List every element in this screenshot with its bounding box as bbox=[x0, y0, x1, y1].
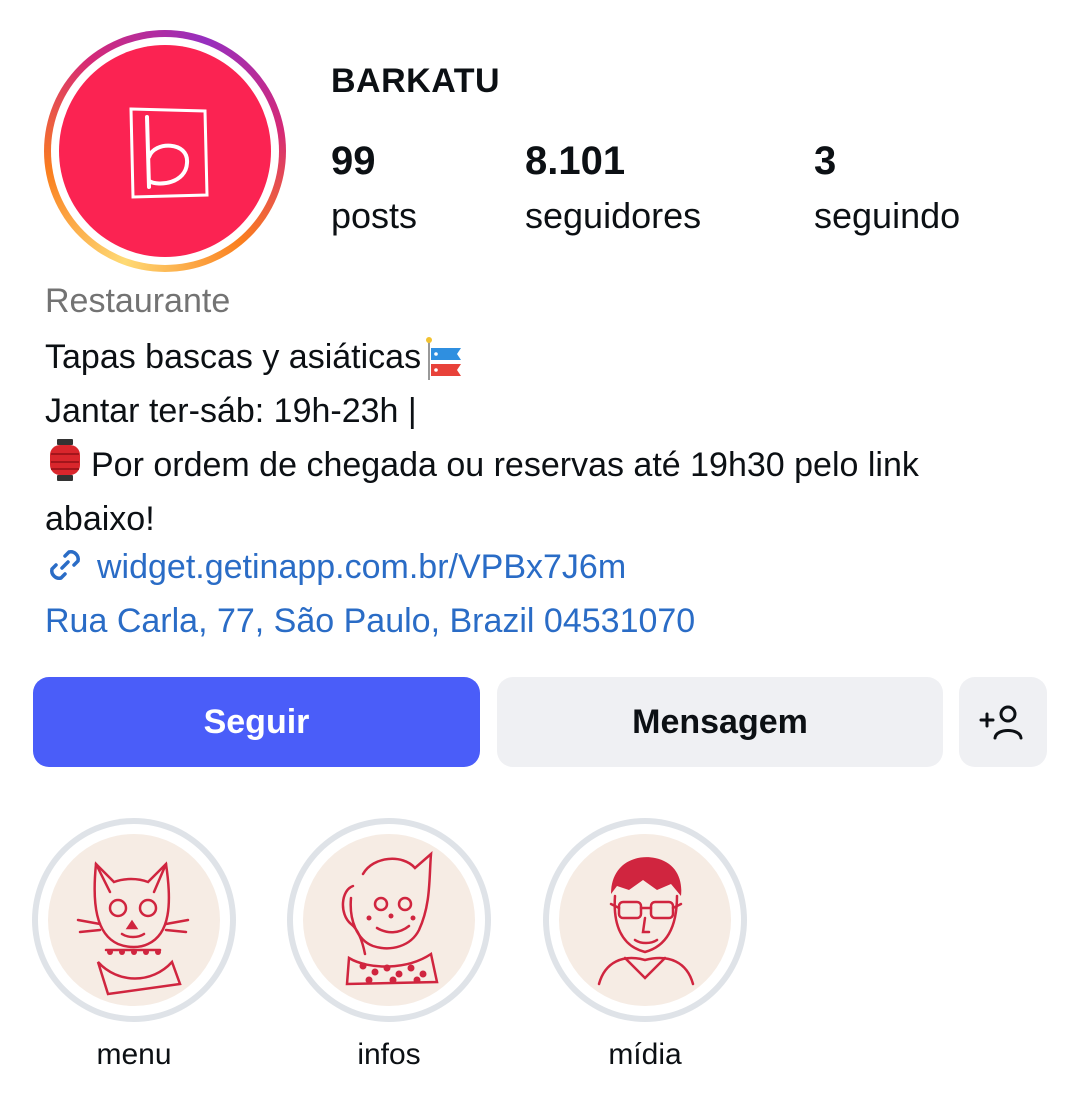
profile-category: Restaurante bbox=[45, 282, 231, 320]
highlight-label: menu bbox=[96, 1038, 172, 1071]
highlight-menu[interactable]: menu bbox=[32, 818, 236, 1072]
profile-address[interactable]: Rua Carla, 77, São Paulo, Brazil 0453107… bbox=[45, 596, 695, 646]
highlight-label: mídia bbox=[608, 1038, 682, 1071]
bio-line-3-text: Por ordem de chegada ou reservas até 19h… bbox=[91, 446, 919, 484]
bio-line-1-text: Tapas bascas y asiáticas bbox=[45, 338, 422, 376]
suggest-accounts-button[interactable] bbox=[959, 677, 1047, 767]
highlight-ring bbox=[543, 818, 747, 1022]
man-with-glasses-illustration-icon bbox=[597, 857, 695, 986]
highlight-infos[interactable]: infos bbox=[287, 818, 491, 1072]
followers-count: 8.101 bbox=[525, 139, 626, 183]
highlight-cover bbox=[303, 834, 475, 1006]
stat-following[interactable]: 3 seguindo bbox=[814, 138, 960, 238]
bio-line-4: abaixo! bbox=[45, 500, 155, 538]
profile-username: BARKATU bbox=[331, 62, 501, 100]
character-illustration-icon bbox=[341, 851, 439, 986]
stat-posts[interactable]: 99 posts bbox=[331, 138, 417, 238]
highlight-ring bbox=[32, 818, 236, 1022]
highlight-label: infos bbox=[357, 1038, 421, 1071]
highlight-ring bbox=[287, 818, 491, 1022]
carp-streamer-icon bbox=[426, 337, 462, 381]
logo-b-icon bbox=[129, 107, 209, 199]
profile-link[interactable]: widget.getinapp.com.br/VPBx7J6m bbox=[45, 542, 626, 592]
add-person-icon bbox=[979, 705, 1023, 740]
profile-avatar[interactable] bbox=[59, 45, 271, 257]
posts-label: posts bbox=[331, 195, 418, 236]
highlight-midia[interactable]: mídia bbox=[543, 818, 747, 1072]
stat-followers[interactable]: 8.101 seguidores bbox=[525, 138, 701, 238]
bio-line-1: Tapas bascas y asiáticas bbox=[45, 330, 1055, 384]
highlight-cover bbox=[559, 834, 731, 1006]
bio-line-2: Jantar ter-sáb: 19h-23h | bbox=[45, 392, 417, 430]
avatar-gap bbox=[51, 37, 279, 265]
profile-bio: Tapas bascas y asiáticas Jantar ter-sáb:… bbox=[45, 330, 1055, 546]
following-count: 3 bbox=[814, 139, 837, 183]
profile-avatar-ring[interactable] bbox=[44, 30, 286, 272]
profile-link-text[interactable]: widget.getinapp.com.br/VPBx7J6m bbox=[97, 548, 626, 586]
highlight-cover bbox=[48, 834, 220, 1006]
red-lantern-icon bbox=[50, 439, 80, 481]
posts-count: 99 bbox=[331, 139, 376, 183]
cat-illustration-icon bbox=[76, 861, 190, 996]
followers-label: seguidores bbox=[525, 195, 702, 236]
follow-button[interactable]: Seguir bbox=[33, 677, 480, 767]
link-icon bbox=[50, 550, 80, 580]
following-label: seguindo bbox=[814, 195, 961, 236]
message-button[interactable]: Mensagem bbox=[497, 677, 943, 767]
bio-line-3: Por ordem de chegada ou reservas até 19h… bbox=[45, 438, 1055, 492]
